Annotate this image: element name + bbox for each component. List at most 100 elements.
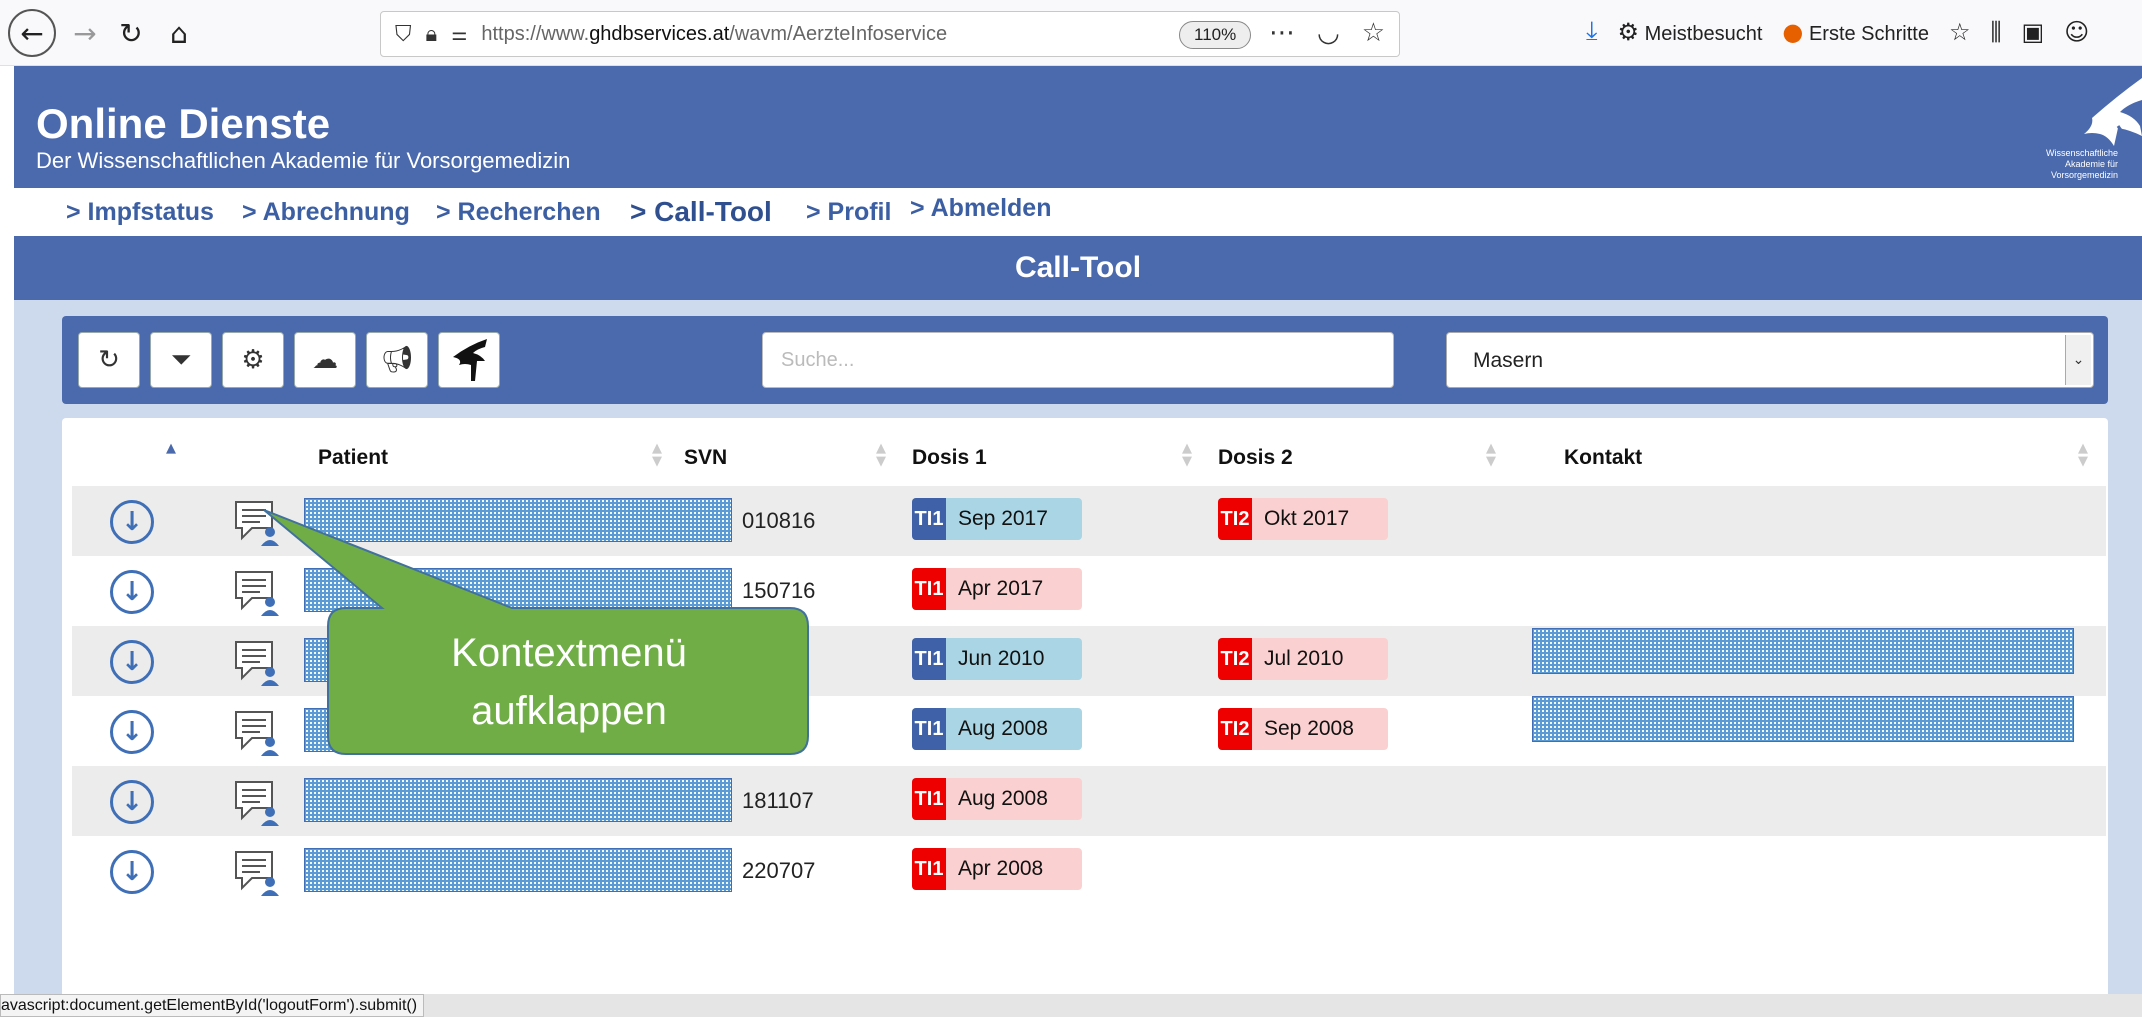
download-circle-icon[interactable]: ↓ bbox=[110, 570, 154, 614]
chat-contact-icon[interactable] bbox=[232, 778, 282, 828]
table-row[interactable]: ↓ 010816 TI1 Sep 2017 TI2 Okt 2017 bbox=[72, 486, 2106, 556]
dosis1-badge: TI1 Apr 2008 bbox=[912, 848, 1082, 890]
col-header-svn[interactable]: SVN bbox=[684, 446, 727, 470]
dosis2-badge: TI2 Sep 2008 bbox=[1218, 708, 1388, 750]
forward-button[interactable]: → bbox=[62, 10, 108, 56]
sort-asc-icon[interactable]: ▲ bbox=[166, 442, 176, 455]
download-circle-icon[interactable]: ↓ bbox=[110, 640, 154, 684]
megaphone-icon: 📢︎ bbox=[380, 345, 414, 375]
redacted-contact bbox=[1532, 628, 2074, 674]
svn-value: 181107 bbox=[742, 788, 814, 813]
nav-recherchen[interactable]: > Recherchen bbox=[436, 198, 601, 227]
refresh-button[interactable]: ↻ bbox=[78, 332, 140, 388]
sort-icon-patient[interactable]: ▲ ▼ bbox=[652, 442, 662, 468]
download-circle-icon[interactable]: ↓ bbox=[110, 850, 154, 894]
svn-value: 150716 bbox=[742, 578, 816, 603]
pocket-icon[interactable]: ◡ bbox=[1317, 18, 1340, 48]
bookmark-star-icon[interactable]: ☆ bbox=[1362, 18, 1385, 48]
table-row[interactable]: ↓ 150716 TI1 Apr 2017 bbox=[72, 556, 2106, 626]
dosis2-badge: TI2 Jul 2010 bbox=[1218, 638, 1388, 680]
redacted-patient bbox=[304, 498, 732, 542]
cloud-icon: ☁ bbox=[312, 345, 338, 375]
nav-abrechnung[interactable]: > Abrechnung bbox=[242, 198, 410, 227]
browser-toolbar-right: ⤓ ⚙ Meistbesucht ● Erste Schritte ☆ ⫼ ▣ … bbox=[1586, 16, 2089, 47]
nav-abmelden[interactable]: > Abmelden bbox=[910, 194, 1051, 223]
sort-icon-dosis1[interactable]: ▲ ▼ bbox=[1182, 442, 1192, 468]
nav-call-tool[interactable]: > Call-Tool bbox=[630, 196, 772, 228]
back-button[interactable]: ← bbox=[8, 9, 56, 57]
account-icon[interactable]: ☺ bbox=[2064, 18, 2089, 46]
dosis1-badge: TI1 Aug 2008 bbox=[912, 708, 1082, 750]
redacted-patient bbox=[304, 778, 732, 822]
filter-button[interactable]: ⏷ bbox=[150, 332, 212, 388]
lock-icon[interactable]: 🔒︎ bbox=[426, 22, 438, 47]
sort-icon-dosis2[interactable]: ▲ ▼ bbox=[1486, 442, 1496, 468]
call-tool-toolbar: ↻ ⏷ ⚙ ☁ 📢︎ Masern ⌄ bbox=[62, 316, 2108, 404]
sidebar-icon[interactable]: ▣ bbox=[2022, 18, 2045, 46]
dosis1-badge: TI1 Aug 2008 bbox=[912, 778, 1082, 820]
more-actions-icon[interactable]: ⋯ bbox=[1269, 18, 1295, 48]
download-circle-icon[interactable]: ↓ bbox=[110, 780, 154, 824]
logo-button[interactable] bbox=[438, 332, 500, 388]
firefox-icon: ● bbox=[1782, 17, 1804, 46]
home-button[interactable]: ⌂ bbox=[156, 10, 202, 56]
shield-icon[interactable]: ⛉ bbox=[395, 22, 412, 47]
permissions-icon[interactable]: ⚌ bbox=[451, 24, 467, 45]
col-header-dosis1[interactable]: Dosis 1 bbox=[912, 446, 987, 470]
chat-contact-icon[interactable] bbox=[232, 708, 282, 758]
sort-icon-svn[interactable]: ▲ ▼ bbox=[876, 442, 886, 468]
callout-text: Kontextmenü aufklappen bbox=[451, 631, 687, 733]
disease-select-value: Masern bbox=[1473, 349, 1544, 372]
url-bar[interactable]: ⛉ 🔒︎ ⚌ https://www.ghdbservices.at/wavm/… bbox=[380, 11, 1400, 57]
academy-logo-icon bbox=[453, 339, 487, 381]
nav-profil[interactable]: > Profil bbox=[806, 198, 891, 227]
col-header-dosis2[interactable]: Dosis 2 bbox=[1218, 446, 1293, 470]
table-row[interactable]: ↓ 181107 TI1 Aug 2008 bbox=[72, 766, 2106, 836]
search-input[interactable] bbox=[762, 332, 1394, 388]
col-header-kontakt[interactable]: Kontakt bbox=[1564, 446, 1642, 470]
refresh-icon: ↻ bbox=[98, 345, 120, 375]
svn-value: 220707 bbox=[742, 858, 816, 883]
chat-contact-icon[interactable] bbox=[232, 848, 282, 898]
dosis2-badge: TI2 Okt 2017 bbox=[1218, 498, 1388, 540]
bookmark-meistbesucht[interactable]: ⚙ Meistbesucht bbox=[1618, 18, 1763, 46]
main-navigation: > Impfstatus > Abrechnung > Recherchen >… bbox=[14, 188, 2142, 236]
col-header-patient[interactable]: Patient bbox=[318, 446, 388, 470]
page-root: ← → ↻ ⌂ ⛉ 🔒︎ ⚌ https://www.ghdbservices.… bbox=[0, 0, 2142, 1017]
announce-button[interactable]: 📢︎ bbox=[366, 332, 428, 388]
chevron-down-icon[interactable]: ⌄ bbox=[2065, 335, 2091, 385]
svn-value: 010816 bbox=[742, 508, 816, 533]
site-title: Online Dienste bbox=[36, 100, 331, 147]
reading-list-icon[interactable]: ☆ bbox=[1949, 18, 1971, 46]
status-link-preview: avascript:document.getElementById('logou… bbox=[0, 994, 425, 1017]
dosis1-badge: TI1 Sep 2017 bbox=[912, 498, 1082, 540]
redacted-patient bbox=[304, 848, 732, 892]
redacted-contact bbox=[1532, 696, 2074, 742]
cloud-upload-button[interactable]: ☁ bbox=[294, 332, 356, 388]
download-circle-icon[interactable]: ↓ bbox=[110, 710, 154, 754]
url-text[interactable]: https://www.ghdbservices.at/wavm/AerzteI… bbox=[481, 23, 947, 46]
table-row[interactable]: ↓ 220707 TI1 Apr 2008 bbox=[72, 836, 2106, 906]
download-icon[interactable]: ⤓ bbox=[1586, 16, 1598, 47]
chat-contact-icon[interactable] bbox=[232, 498, 282, 548]
bookmark-erste-schritte[interactable]: ● Erste Schritte bbox=[1782, 18, 1929, 46]
chat-contact-icon[interactable] bbox=[232, 638, 282, 688]
download-circle-icon[interactable]: ↓ bbox=[110, 500, 154, 544]
page-title: Call-Tool bbox=[14, 236, 2142, 300]
browser-toolbar: ← → ↻ ⌂ ⛉ 🔒︎ ⚌ https://www.ghdbservices.… bbox=[0, 0, 2142, 66]
settings-button[interactable]: ⚙ bbox=[222, 332, 284, 388]
site-header: Online Dienste Der Wissenschaftlichen Ak… bbox=[14, 66, 2142, 188]
site-subtitle: Der Wissenschaftlichen Akademie für Vors… bbox=[36, 148, 571, 173]
redacted-patient bbox=[304, 568, 732, 612]
dosis1-badge: TI1 Jun 2010 bbox=[912, 638, 1082, 680]
disease-select[interactable]: Masern ⌄ bbox=[1446, 332, 2094, 388]
sort-icon-kontakt[interactable]: ▲ ▼ bbox=[2078, 442, 2088, 468]
library-icon[interactable]: ⫼ bbox=[1991, 18, 2002, 46]
reload-button[interactable]: ↻ bbox=[108, 10, 154, 56]
logo-caption: Wissenschaftliche Akademie für Vorsorgem… bbox=[2045, 148, 2118, 180]
filter-icon: ⏷ bbox=[170, 344, 192, 375]
zoom-level[interactable]: 110% bbox=[1179, 21, 1252, 49]
nav-impfstatus[interactable]: > Impfstatus bbox=[66, 198, 214, 227]
chat-contact-icon[interactable] bbox=[232, 568, 282, 618]
dosis1-badge: TI1 Apr 2017 bbox=[912, 568, 1082, 610]
